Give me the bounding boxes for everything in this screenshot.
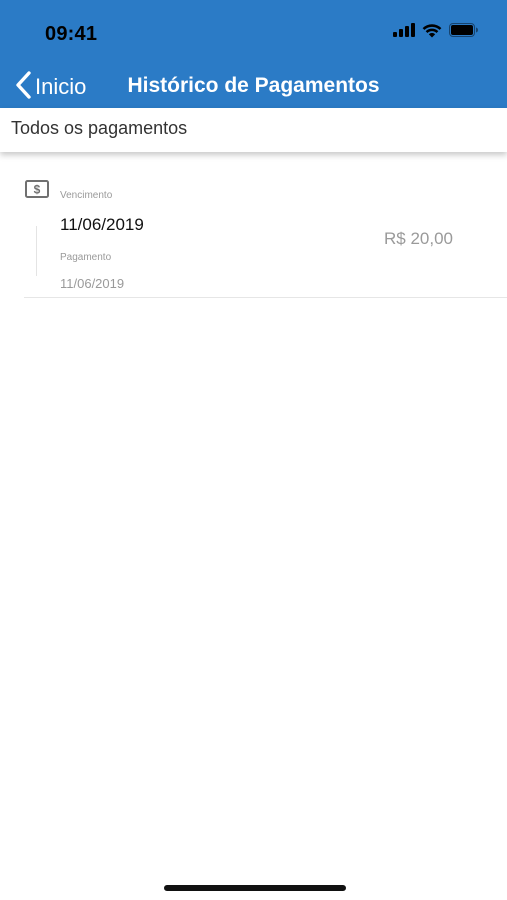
- app-header: 09:41 Inicio Histórico de Pagamentos: [0, 0, 507, 108]
- payment-filter[interactable]: Todos os pagamentos: [0, 108, 507, 152]
- svg-text:$: $: [34, 183, 41, 197]
- filter-label: Todos os pagamentos: [11, 118, 188, 138]
- battery-icon: [449, 23, 478, 37]
- page-title-text: Histórico de Pagamentos: [127, 74, 380, 97]
- page-title: Histórico de Pagamentos: [0, 74, 507, 98]
- payment-date: 11/06/2019: [60, 276, 125, 291]
- payment-amount: R$ 20,00: [384, 229, 453, 248]
- status-time: 09:41: [45, 23, 98, 45]
- payment-list-item[interactable]: $ Vencimento 11/06/2019 Pagamento 11/06/…: [24, 170, 507, 298]
- wifi-icon: [422, 23, 442, 37]
- status-icons: [393, 20, 479, 40]
- money-bill-icon: $: [25, 180, 49, 198]
- home-indicator[interactable]: [164, 885, 346, 891]
- cellular-signal-icon: [393, 23, 415, 37]
- due-date-caption: Vencimento: [60, 190, 113, 201]
- timeline-line: [36, 226, 37, 276]
- payment-date-caption: Pagamento: [60, 252, 112, 263]
- due-date: 11/06/2019: [60, 215, 144, 234]
